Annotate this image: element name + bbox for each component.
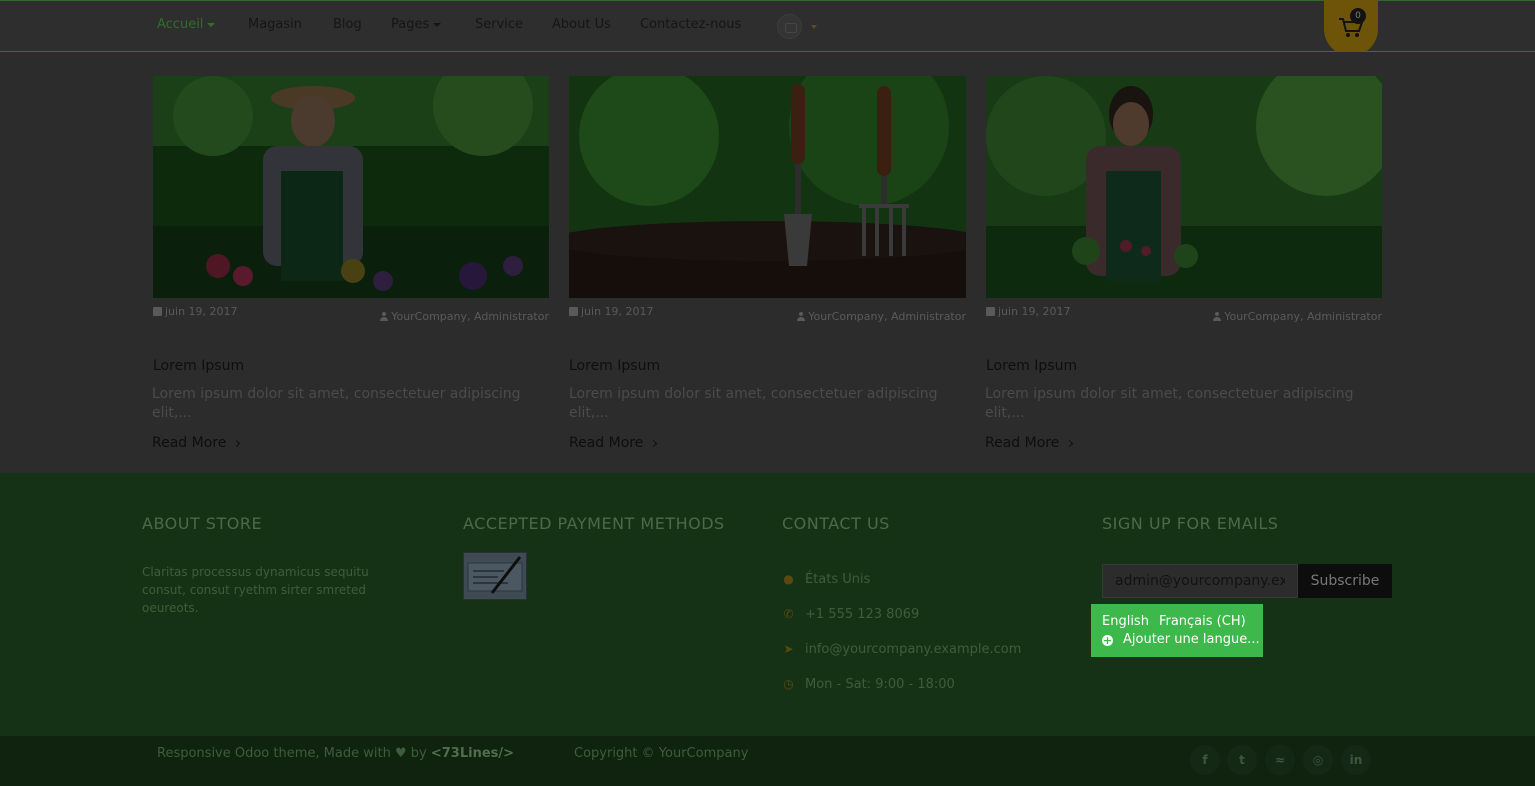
language-english[interactable]: English xyxy=(1102,614,1149,629)
post-image-garden-tools[interactable] xyxy=(569,76,966,298)
contact-hours: ◷ Mon - Sat: 9:00 - 18:00 xyxy=(783,677,955,692)
nav-contactez-nous[interactable]: Contactez-nous xyxy=(640,17,741,32)
post-image-gardener-man[interactable] xyxy=(153,76,549,298)
about-store-text: Claritas processus dynamicus sequitu con… xyxy=(142,565,369,615)
newsletter-email-input[interactable] xyxy=(1102,564,1298,598)
top-navbar: Accueil Magasin Blog Pages Service About… xyxy=(0,0,1535,52)
contact-email[interactable]: ➤ info@yourcompany.example.com xyxy=(782,642,1021,657)
chevron-down-icon xyxy=(207,22,216,27)
language-francais-ch[interactable]: Français (CH) xyxy=(1159,614,1246,629)
nav-magasin[interactable]: Magasin xyxy=(248,17,302,32)
post-author[interactable]: YourCompany, Administrator xyxy=(986,310,1382,323)
user-icon xyxy=(797,312,806,321)
chevron-right-icon xyxy=(233,439,241,448)
post-excerpt: Lorem ipsum dolor sit amet, consectetuer… xyxy=(152,386,521,421)
cart-button[interactable] xyxy=(1324,0,1378,56)
user-icon xyxy=(1213,312,1222,321)
about-store-heading: ABOUT STORE xyxy=(142,514,263,533)
chevron-right-icon xyxy=(1066,439,1074,448)
contact-us-heading: CONTACT US xyxy=(782,514,890,533)
nav-blog[interactable]: Blog xyxy=(333,17,362,32)
nav-pages[interactable]: Pages xyxy=(391,17,442,32)
post-title[interactable]: Lorem Ipsum xyxy=(153,358,244,374)
read-more-link[interactable]: Read More xyxy=(569,435,658,451)
nav-accueil[interactable]: Accueil xyxy=(157,17,216,32)
phone-icon: ✆ xyxy=(783,607,794,621)
paper-plane-icon: ➤ xyxy=(783,642,794,656)
user-icon xyxy=(380,312,389,321)
clock-icon: ◷ xyxy=(783,677,794,691)
plus-circle-icon: + xyxy=(1102,634,1113,647)
subscribe-button[interactable]: Subscribe xyxy=(1298,564,1392,598)
twitter-icon[interactable]: t xyxy=(1227,745,1257,775)
sign-up-heading: SIGN UP FOR EMAILS xyxy=(1102,514,1279,533)
linkedin-icon[interactable]: in xyxy=(1341,745,1371,775)
copyright-text: Copyright © YourCompany xyxy=(574,746,749,761)
cheque-icon xyxy=(463,552,527,600)
language-selector: English Français (CH) + Ajouter une langue… xyxy=(1091,604,1263,657)
post-title[interactable]: Lorem Ipsum xyxy=(986,358,1077,374)
map-marker-icon: ● xyxy=(783,572,794,586)
post-title[interactable]: Lorem Ipsum xyxy=(569,358,660,374)
nav-service[interactable]: Service xyxy=(475,17,523,32)
read-more-link[interactable]: Read More xyxy=(985,435,1074,451)
heart-icon: ♥ xyxy=(394,746,407,761)
post-excerpt: Lorem ipsum dolor sit amet, consectetuer… xyxy=(985,386,1354,421)
made-with-text: Responsive Odoo theme, Made with ♥ by <7… xyxy=(157,746,515,761)
cart-count-badge: 0 xyxy=(1350,8,1366,24)
nav-about-us[interactable]: About Us xyxy=(552,17,611,32)
chevron-right-icon xyxy=(650,439,658,448)
post-author[interactable]: YourCompany, Administrator xyxy=(153,310,549,323)
post-image-gardener-woman[interactable] xyxy=(986,76,1382,298)
instagram-icon[interactable]: ◎ xyxy=(1303,745,1333,775)
post-author[interactable]: YourCompany, Administrator xyxy=(569,310,966,323)
facebook-icon[interactable]: f xyxy=(1190,745,1220,775)
user-menu-caret-icon[interactable] xyxy=(811,25,817,29)
add-language-link[interactable]: + Ajouter une langue... xyxy=(1102,631,1260,649)
post-excerpt: Lorem ipsum dolor sit amet, consectetuer… xyxy=(569,386,938,421)
payment-methods-heading: ACCEPTED PAYMENT METHODS xyxy=(463,514,725,533)
contact-address: ● États Unis xyxy=(783,572,871,587)
rss-icon[interactable]: ≈ xyxy=(1265,745,1295,775)
brand-link[interactable]: <73Lines/> xyxy=(431,746,514,761)
contact-phone: ✆ +1 555 123 8069 xyxy=(783,607,920,622)
user-avatar[interactable] xyxy=(777,14,802,39)
chevron-down-icon xyxy=(433,22,442,27)
read-more-link[interactable]: Read More xyxy=(152,435,241,451)
